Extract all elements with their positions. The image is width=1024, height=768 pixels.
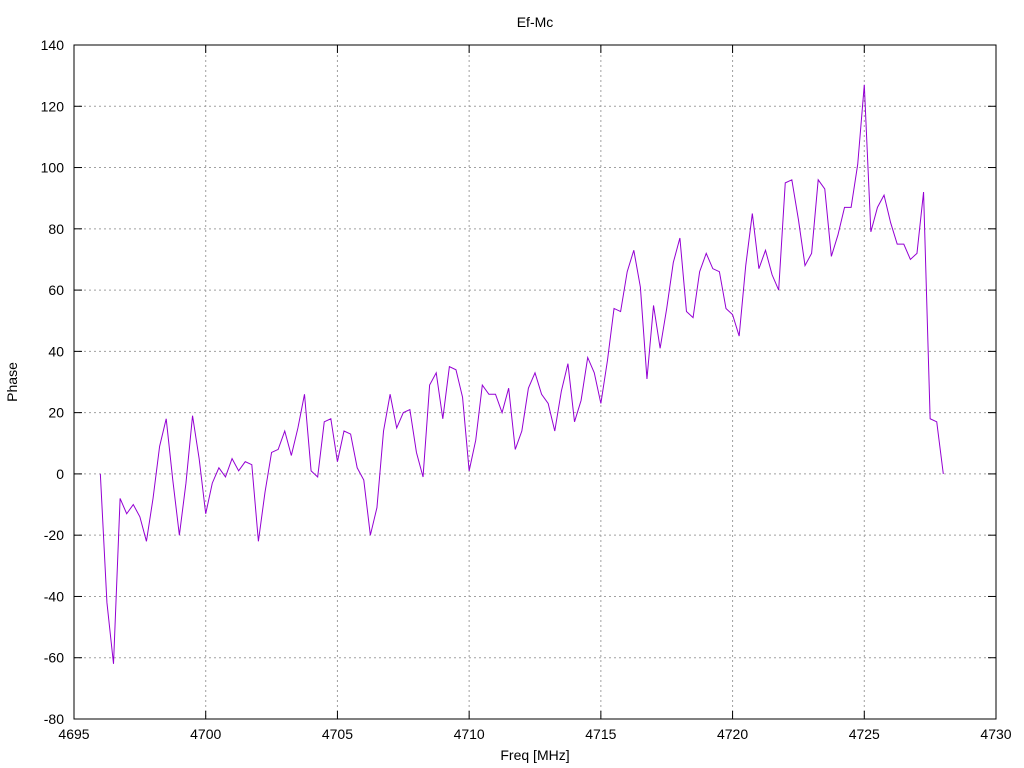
y-tick-label: 0	[56, 466, 64, 482]
x-tick-label: 4710	[454, 726, 485, 742]
x-tick-label: 4725	[849, 726, 880, 742]
x-tick-label: 4720	[717, 726, 748, 742]
x-tick-label: 4715	[585, 726, 616, 742]
y-tick-label: -60	[44, 650, 64, 666]
chart-title: Ef-Mc	[517, 14, 554, 30]
y-tick-label: 20	[48, 405, 64, 421]
x-tick-label: 4730	[980, 726, 1011, 742]
y-tick-label: 40	[48, 343, 64, 359]
line-chart: 4695 4700 4705 4710 4715 4720 4725 4730 -80 -60 -4…	[4, 14, 1012, 763]
plot-background	[74, 45, 996, 719]
y-tick-label: -80	[44, 711, 64, 727]
y-tick-label: 60	[48, 282, 64, 298]
y-tick-label: -40	[44, 588, 64, 604]
x-tick-label: 4700	[190, 726, 221, 742]
y-tick-label: -20	[44, 527, 64, 543]
x-tick-label: 4695	[58, 726, 89, 742]
y-tick-label: 100	[41, 160, 65, 176]
x-tick-label: 4705	[322, 726, 353, 742]
y-tick-label: 120	[41, 98, 65, 114]
x-axis-title: Freq [MHz]	[500, 747, 569, 763]
y-axis-title: Phase	[4, 362, 20, 402]
y-tick-label: 80	[48, 221, 64, 237]
y-tick-label: 140	[41, 37, 65, 53]
